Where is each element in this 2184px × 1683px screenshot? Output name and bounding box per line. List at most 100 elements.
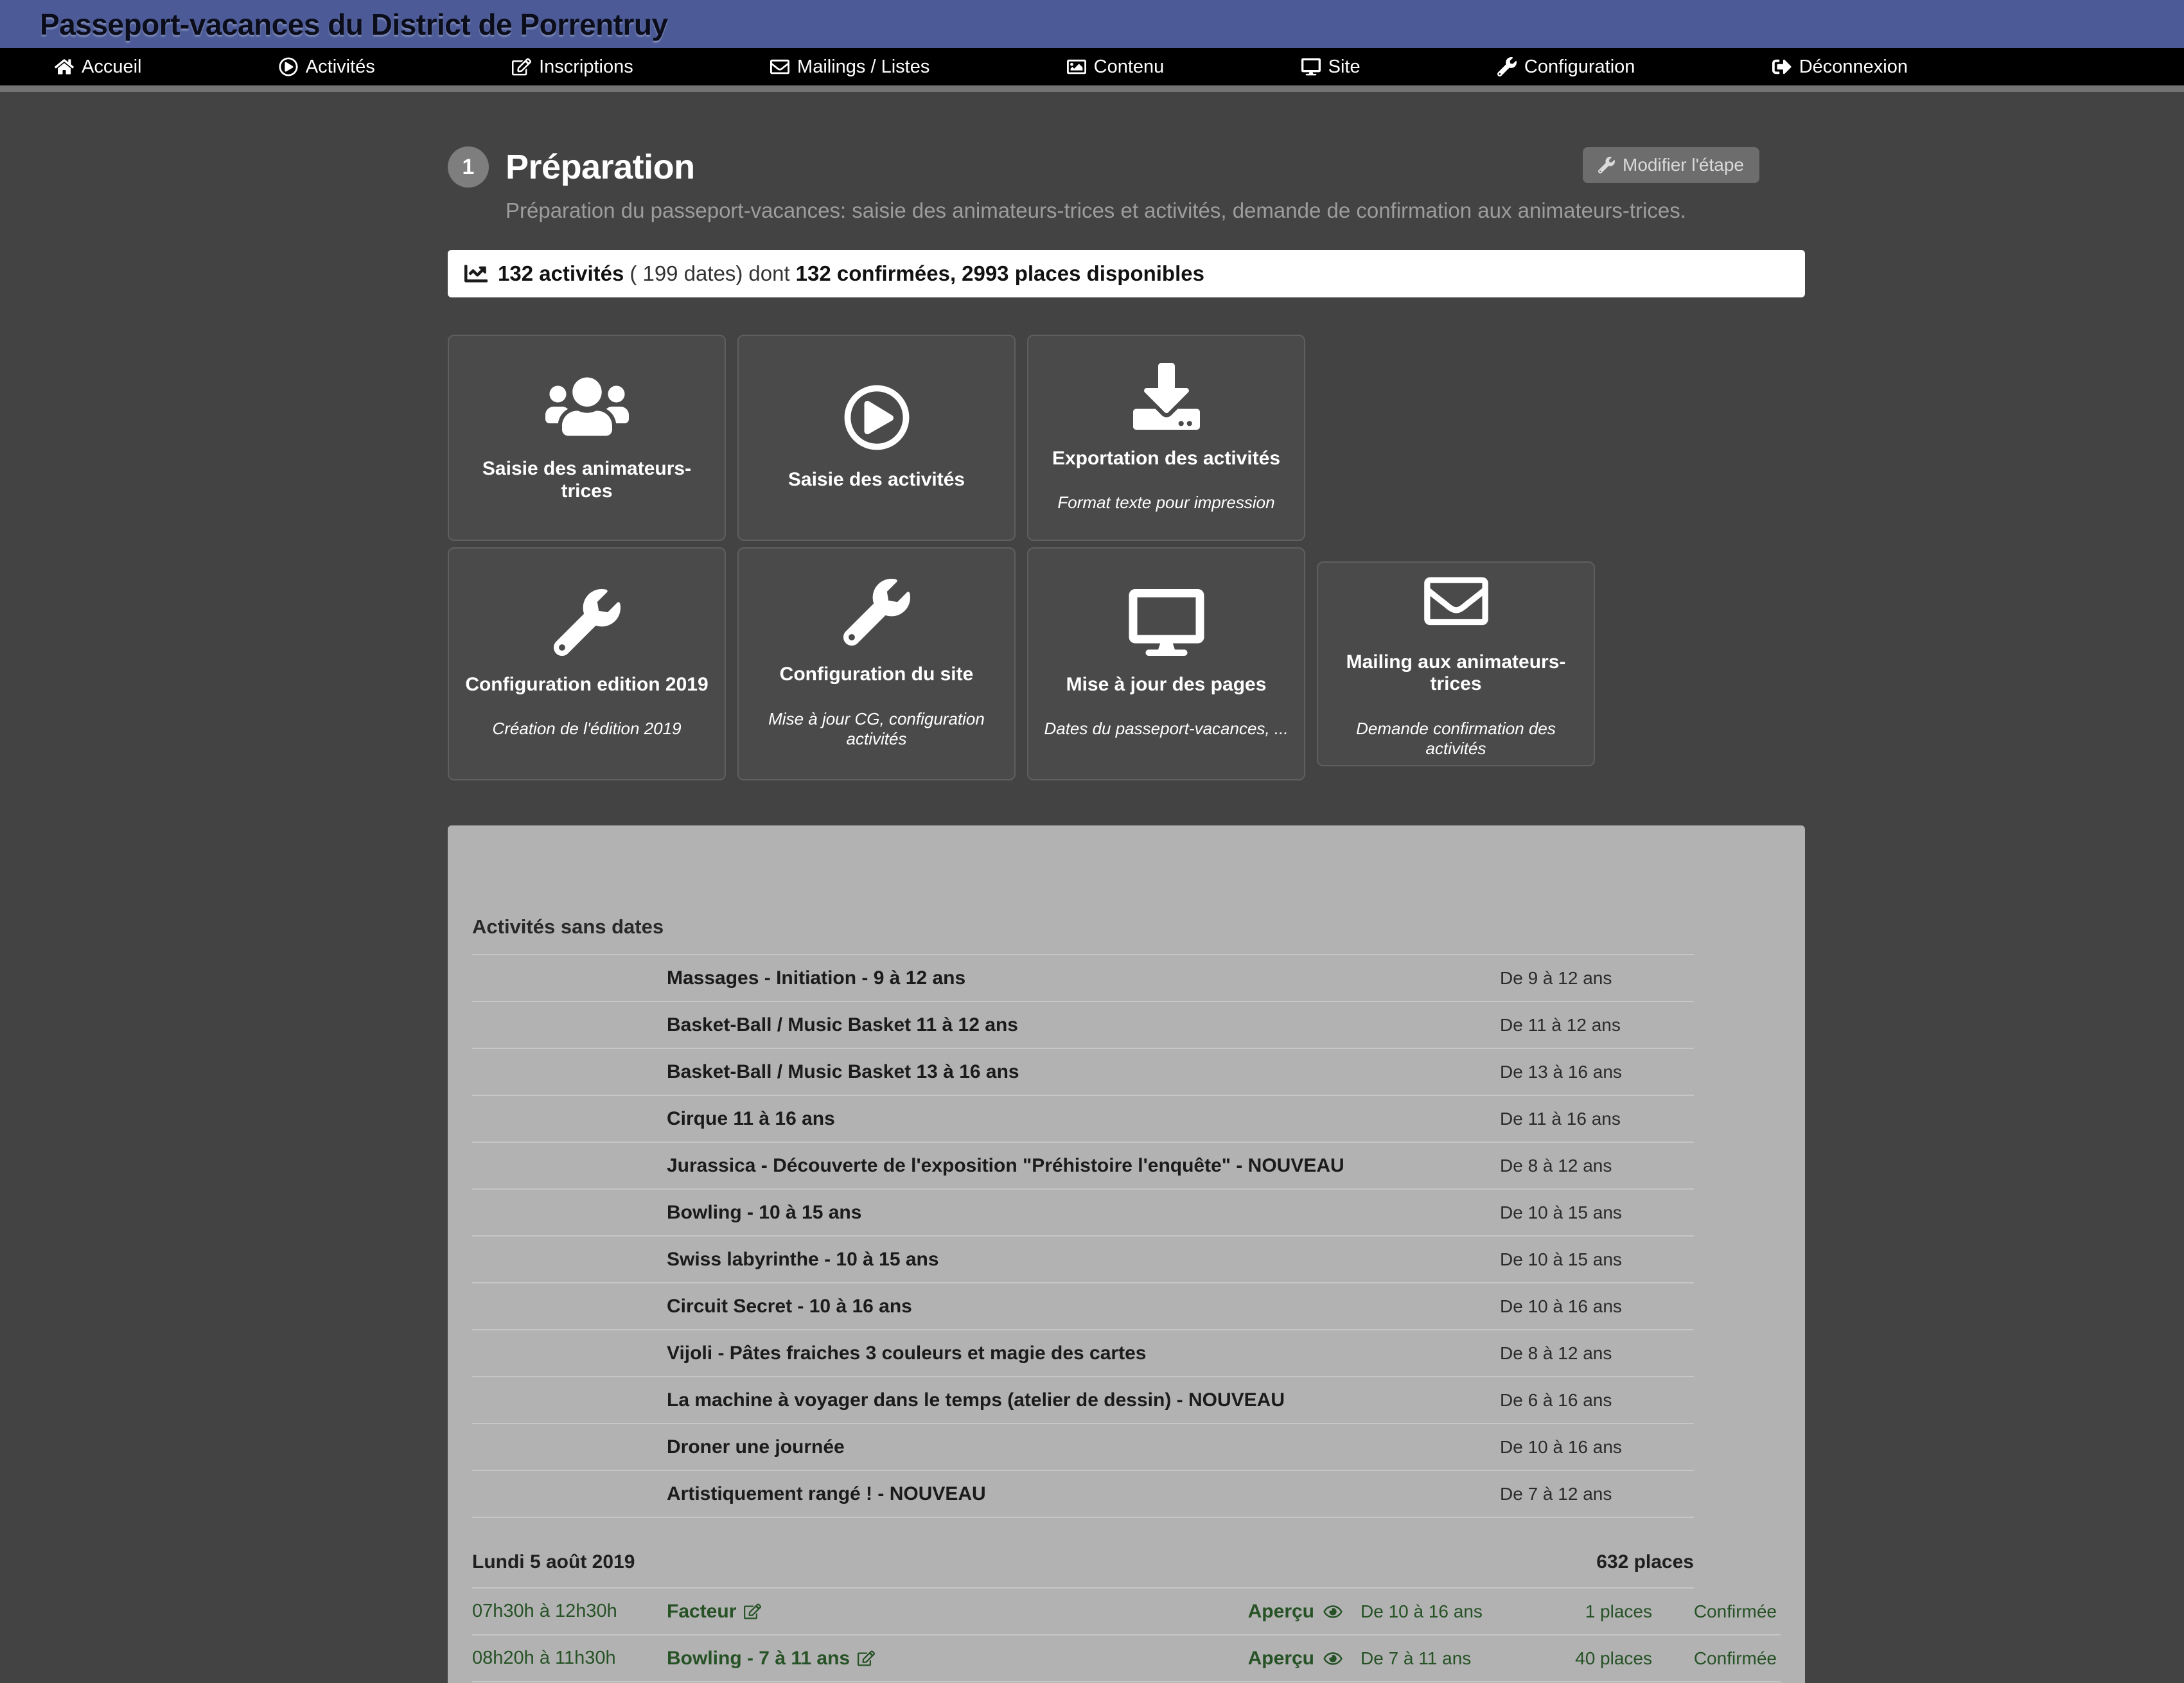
wrench-icon [1497,57,1517,76]
preview-link[interactable]: Aperçu [1222,1648,1344,1670]
activity-name: Circuit Secret - 10 à 16 ans [667,1296,1500,1317]
activity-age: De 10 à 16 ans [1500,1296,1694,1317]
activity-name: Artistiquement rangé ! - NOUVEAU [667,1483,1500,1505]
stats-joiner: dont [748,261,789,286]
nav-item-label: Configuration [1524,57,1635,78]
card-exportation-activites[interactable]: Exportation des activités Format texte p… [1027,335,1305,541]
monitor-icon [1128,589,1205,656]
table-row: Massages - Initiation - 9 à 12 ans De 9 … [472,955,1694,1002]
card-mise-a-jour-pages[interactable]: Mise à jour des pages Dates du passeport… [1027,547,1305,780]
activity-age: De 7 à 12 ans [1500,1484,1694,1504]
nav-item-site[interactable]: Site [1301,57,1361,78]
nav-item-deconnexion[interactable]: Déconnexion [1772,57,1908,78]
activity-age: De 13 à 16 ans [1500,1062,1694,1082]
activity-name-link[interactable]: Bowling - 7 à 11 ans [667,1648,1222,1670]
table-row: Vijoli - Pâtes fraiches 3 couleurs et ma… [472,1330,1694,1377]
users-icon [542,373,632,440]
wrench-icon [838,579,915,646]
activity-name: Bowling - 10 à 15 ans [667,1202,1500,1224]
main-content: 1 Préparation Modifier l'étape Préparati… [448,146,1805,1683]
table-row: Droner une journée De 10 à 16 ans [472,1424,1694,1471]
table-row: 07h30h à 12h30h Facteur Aperçu De 10 à 1… [472,1589,1781,1635]
table-row: Artistiquement rangé ! - NOUVEAU De 7 à … [472,1471,1694,1518]
dated-activities-table: 07h30h à 12h30h Facteur Aperçu De 10 à 1… [472,1589,1781,1682]
activity-age: De 11 à 16 ans [1500,1109,1694,1129]
line-chart-icon [464,262,488,285]
activity-age: De 9 à 12 ans [1500,968,1694,989]
activity-places: 40 places [1549,1648,1652,1669]
places-total: 632 places [1596,1551,1694,1573]
envelope-icon [770,57,789,76]
stats-activities: 132 activités [498,261,624,286]
status-label: Confirmée [1652,1648,1781,1669]
table-row: Swiss labyrinthe - 10 à 15 ans De 10 à 1… [472,1237,1694,1283]
activities-panel: Activités sans dates Massages - Initiati… [448,825,1805,1683]
stats-places: 2993 places disponibles [962,261,1204,286]
card-subtitle: Dates du passeport-vacances, ... [1044,719,1288,739]
card-subtitle: Format texte pour impression [1057,493,1274,513]
table-row: 08h20h à 11h30h Bowling - 7 à 11 ans Ape… [472,1635,1781,1682]
stats-bar: 132 activités ( 199 dates) dont 132 conf… [448,250,1805,297]
sign-out-icon [1772,57,1792,76]
card-configuration-edition[interactable]: Configuration edition 2019 Création de l… [448,547,726,780]
home-icon [55,57,74,76]
activity-time: 08h20h à 11h30h [472,1648,667,1669]
eye-icon [1322,1650,1344,1667]
card-title: Saisie des activités [788,469,965,491]
activity-age: De 10 à 15 ans [1500,1203,1694,1223]
table-row: La machine à voyager dans le temps (atel… [472,1377,1694,1424]
activity-age: De 8 à 12 ans [1500,1343,1694,1364]
activity-name-link[interactable]: Facteur [667,1601,1222,1623]
activity-name: La machine à voyager dans le temps (atel… [667,1389,1500,1411]
card-subtitle: Mise à jour CG, configuration activités [754,709,999,749]
card-title: Configuration edition 2019 [465,674,708,696]
step-title: Préparation [506,147,695,187]
nav-item-configuration[interactable]: Configuration [1497,57,1635,78]
activity-age: De 10 à 16 ans [1500,1437,1694,1458]
activity-places: 1 places [1549,1601,1652,1622]
activity-name: Cirque 11 à 16 ans [667,1108,1500,1130]
nav-item-contenu[interactable]: Contenu [1067,57,1165,78]
card-title: Configuration du site [780,664,974,686]
step-header: 1 Préparation Modifier l'étape [448,146,1805,188]
cards-row-2: Configuration edition 2019 Création de l… [448,547,1805,780]
edit-icon [858,1650,875,1667]
nav-item-label: Déconnexion [1799,57,1908,78]
table-row: Circuit Secret - 10 à 16 ans De 10 à 16 … [472,1283,1694,1330]
card-subtitle: Création de l'édition 2019 [492,719,681,739]
cards-row-1: Saisie des animateurs-trices Saisie des … [448,335,1805,541]
no-date-activities-table: Massages - Initiation - 9 à 12 ans De 9 … [472,954,1694,1518]
envelope-icon [1423,569,1490,633]
nav-divider [0,85,2184,92]
modify-step-label: Modifier l'étape [1623,155,1744,175]
card-mailing-animateurs[interactable]: Mailing aux animateurs-trices Demande co… [1317,561,1595,766]
nav-item-inscriptions[interactable]: Inscriptions [512,57,633,78]
activity-age: De 11 à 12 ans [1500,1015,1694,1035]
page-title: Passeport-vacances du District de Porren… [40,7,668,42]
nav-item-label: Mailings / Listes [797,57,929,78]
edit-icon [744,1603,761,1620]
activity-name: Swiss labyrinthe - 10 à 15 ans [667,1249,1500,1271]
table-row: Cirque 11 à 16 ans De 11 à 16 ans [472,1096,1694,1143]
card-saisie-animateurs[interactable]: Saisie des animateurs-trices [448,335,726,541]
monitor-icon [1301,57,1321,76]
nav-item-label: Inscriptions [539,57,633,78]
nav-item-label: Contenu [1094,57,1165,78]
download-icon [1128,363,1205,430]
activity-name: Massages - Initiation - 9 à 12 ans [667,967,1500,989]
card-configuration-site[interactable]: Configuration du site Mise à jour CG, co… [737,547,1016,780]
step-description: Préparation du passeport-vacances: saisi… [506,198,1805,223]
nav-item-mailings[interactable]: Mailings / Listes [770,57,929,78]
date-label: Lundi 5 août 2019 [472,1551,635,1573]
table-row: Basket-Ball / Music Basket 13 à 16 ans D… [472,1049,1694,1096]
card-saisie-activites[interactable]: Saisie des activités [737,335,1016,541]
main-nav: Accueil Activités Inscriptions Mailings … [0,48,2184,85]
nav-item-label: Activités [306,57,375,78]
modify-step-button[interactable]: Modifier l'étape [1583,147,1759,183]
nav-item-activites[interactable]: Activités [279,57,375,78]
eye-icon [1322,1603,1344,1620]
preview-link[interactable]: Aperçu [1222,1601,1344,1623]
table-row: Basket-Ball / Music Basket 11 à 12 ans D… [472,1002,1694,1049]
nav-item-accueil[interactable]: Accueil [55,57,142,78]
table-row: Jurassica - Découverte de l'exposition "… [472,1143,1694,1190]
